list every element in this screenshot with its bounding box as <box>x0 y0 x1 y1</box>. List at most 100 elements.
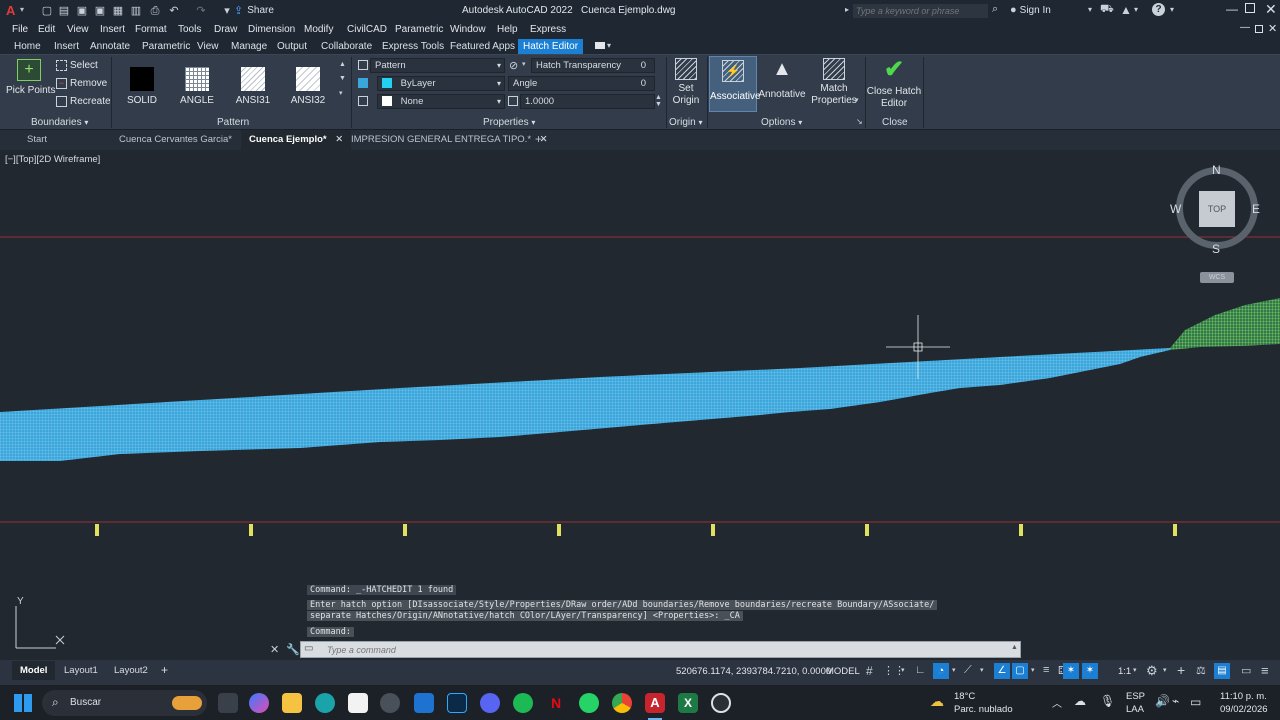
tab-express-tools[interactable]: Express Tools <box>382 41 444 52</box>
copilot-icon[interactable] <box>249 693 269 713</box>
menu-format[interactable]: Format <box>135 24 167 35</box>
menu-modify[interactable]: Modify <box>304 24 333 35</box>
menu-express[interactable]: Express <box>530 24 566 35</box>
annotation-scale[interactable]: 1:1 <box>1118 666 1131 677</box>
menu-edit[interactable]: Edit <box>38 24 55 35</box>
polar-tracking-icon[interactable]: ◔ <box>933 663 949 679</box>
hatch-transparency-field[interactable]: Hatch Transparency 0 <box>531 58 655 73</box>
gallery-more-icon[interactable]: ▾ <box>339 89 343 97</box>
layout-tab-model[interactable]: Model <box>12 661 56 680</box>
doc-restore-icon[interactable] <box>1255 25 1263 33</box>
wcs-menu[interactable]: WCS <box>1200 272 1234 283</box>
compass-north[interactable]: N <box>1212 163 1221 177</box>
viewcube-top-face[interactable]: TOP <box>1199 191 1235 227</box>
excel-icon[interactable]: X <box>678 693 698 713</box>
open-file-icon[interactable]: ▤ <box>57 4 71 18</box>
edge-icon[interactable] <box>315 693 335 713</box>
snap-chevron-icon[interactable]: ▾ <box>901 666 905 674</box>
tab-insert[interactable]: Insert <box>54 41 79 52</box>
annotative-button[interactable]: ▲ Annotative <box>758 58 806 100</box>
netflix-icon[interactable]: N <box>546 693 566 713</box>
options-dialog-launcher-icon[interactable]: ↘ <box>856 117 863 126</box>
close-window-icon[interactable]: ✕ <box>1265 1 1277 18</box>
help-chevron-icon[interactable]: ▾ <box>1170 5 1174 14</box>
grid-icon[interactable]: # <box>866 664 873 678</box>
background-color-dropdown[interactable]: None ▾ <box>377 94 505 109</box>
command-customize-icon[interactable]: 🔧 <box>286 643 300 656</box>
undo-icon[interactable]: ↶ <box>167 4 181 18</box>
task-view-icon[interactable] <box>218 693 238 713</box>
print-icon[interactable]: ⎙ <box>148 4 162 18</box>
app-menu-chevron-icon[interactable]: ▾ <box>20 5 24 14</box>
doc-tab-start[interactable]: Start <box>27 134 47 145</box>
hatch-angle-field[interactable]: Angle 0 <box>508 76 655 91</box>
search-input[interactable] <box>853 4 988 18</box>
isodraft-chevron-icon[interactable]: ▾ <box>980 666 984 674</box>
remove-boundary-button[interactable]: − Remove <box>56 78 107 89</box>
pick-points-button[interactable]: + Pick Points <box>6 59 55 103</box>
sign-in-button[interactable]: ● Sign In <box>1010 4 1051 16</box>
volume-icon[interactable]: 🔊 <box>1155 694 1170 708</box>
sign-in-chevron-icon[interactable]: ▾ <box>1088 5 1092 14</box>
gallery-down-icon[interactable]: ▼ <box>339 75 346 82</box>
hatch-color-dropdown[interactable]: ByLayer ▾ <box>377 76 505 91</box>
compass-west[interactable]: W <box>1170 202 1181 216</box>
close-tab-icon[interactable]: ✕ <box>335 134 343 145</box>
plus-icon[interactable]: + <box>1177 662 1185 678</box>
tab-output[interactable]: Output <box>277 41 307 52</box>
ribbon-minimize-icon[interactable] <box>595 42 605 49</box>
quick-properties-icon[interactable]: ▤ <box>1214 663 1230 679</box>
object-snap-icon[interactable]: ▢ <box>1012 663 1028 679</box>
save-icon[interactable]: ▣ <box>75 4 89 18</box>
customize-quick-access-icon[interactable]: ▾ <box>220 4 234 18</box>
match-properties-button[interactable]: Match Properties <box>809 58 859 107</box>
tab-annotate[interactable]: Annotate <box>90 41 130 52</box>
close-hatch-editor-button[interactable]: ✔ Close Hatch Editor <box>866 58 922 110</box>
polar-chevron-icon[interactable]: ▾ <box>952 666 956 674</box>
minimize-window-icon[interactable]: — <box>1226 2 1238 16</box>
lineweight-icon[interactable]: ≡ <box>1043 664 1049 676</box>
menu-insert[interactable]: Insert <box>100 24 125 35</box>
properties-panel-label[interactable]: Properties ▾ <box>483 117 535 128</box>
pattern-angle-swatch[interactable] <box>185 67 209 91</box>
scale-spinner-icon[interactable]: ▲ ▼ <box>655 94 662 108</box>
units-icon[interactable]: ⚖ <box>1196 664 1206 677</box>
keyboard-lang[interactable]: ESP <box>1126 691 1145 702</box>
search-expand-icon[interactable]: ▸ <box>845 5 849 14</box>
green-hatch-region[interactable] <box>1170 298 1280 350</box>
command-close-icon[interactable]: ✕ <box>270 643 279 656</box>
discord-icon[interactable] <box>480 693 500 713</box>
menu-parametric[interactable]: Parametric <box>395 24 443 35</box>
customization-menu-icon[interactable]: ≡ <box>1261 663 1269 678</box>
recreate-boundary-button[interactable]: Recreate <box>56 96 111 107</box>
clock-date[interactable]: 09/02/2026 <box>1220 704 1268 715</box>
file-explorer-icon[interactable] <box>282 693 302 713</box>
workspace-chevron-icon[interactable]: ▾ <box>1163 666 1167 674</box>
help-icon[interactable]: ? <box>1152 3 1165 16</box>
associative-button[interactable]: ⚡ Associative <box>709 56 761 112</box>
save-web-icon[interactable]: ▥ <box>129 4 143 18</box>
weather-desc[interactable]: Parc. nublado <box>954 704 1013 715</box>
weather-icon[interactable]: ☁ <box>930 693 944 710</box>
set-origin-button[interactable]: Set Origin <box>668 58 704 107</box>
menu-civilcad[interactable]: CivilCAD <box>347 24 387 35</box>
battery-icon[interactable]: ▭ <box>1190 695 1201 709</box>
spotify-icon[interactable] <box>513 693 533 713</box>
annotation-scale-chevron-icon[interactable]: ▾ <box>1133 666 1137 674</box>
pattern-ansi31-swatch[interactable] <box>241 67 265 91</box>
transparency-icon[interactable]: ⊘ <box>509 59 518 72</box>
transparency-chevron-icon[interactable]: ▾ <box>522 60 526 68</box>
match-properties-chevron-icon[interactable]: ▾ <box>855 96 859 104</box>
doc-tab-cuenca-cervantes[interactable]: Cuenca Cervantes Garcia* ✕ <box>119 134 249 145</box>
tray-chevron-up-icon[interactable]: ︿ <box>1052 695 1062 710</box>
photoshop-icon[interactable] <box>447 693 467 713</box>
command-input[interactable] <box>327 643 1007 656</box>
layout-tab-layout1[interactable]: Layout1 <box>64 665 98 676</box>
menu-window[interactable]: Window <box>450 24 486 35</box>
new-layout-icon[interactable]: + <box>161 663 168 677</box>
whatsapp-icon[interactable] <box>579 693 599 713</box>
network-icon[interactable]: ⌁ <box>1172 694 1179 708</box>
cursor-coordinates[interactable]: 520676.1174, 2393784.7210, 0.0000 <box>676 666 831 677</box>
outlook-icon[interactable] <box>414 693 434 713</box>
gallery-up-icon[interactable]: ▲ <box>339 61 346 68</box>
